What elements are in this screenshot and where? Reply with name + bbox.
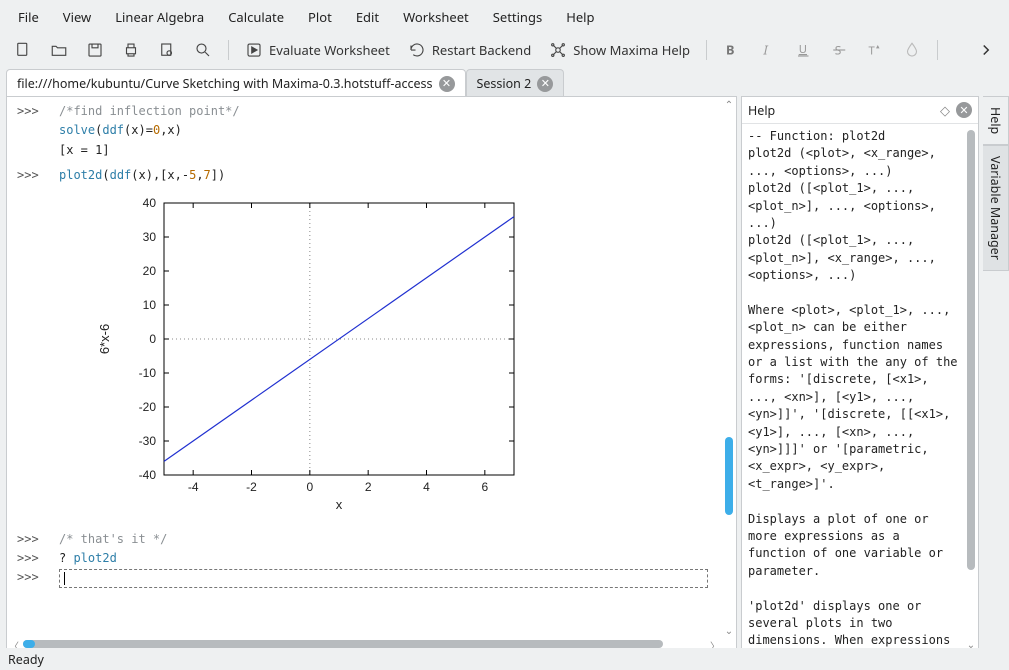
help-header: Help ◇ ✕ [742, 97, 978, 124]
prompt: >>> [17, 550, 45, 567]
scroll-thumb[interactable] [967, 130, 975, 570]
toolbar-separator [706, 40, 707, 60]
prompt-blank [17, 122, 45, 139]
search-button[interactable] [190, 38, 216, 62]
svg-text:I: I [763, 41, 769, 59]
close-icon[interactable]: ✕ [439, 76, 455, 92]
scroll-thumb[interactable] [23, 640, 663, 648]
help-panel: Help ◇ ✕ -- Function: plot2d plot2d (<pl… [741, 96, 979, 652]
showhelp-label: Show Maxima Help [573, 41, 690, 59]
tab-session2[interactable]: Session 2 ✕ [466, 69, 565, 97]
worksheet-panel: >>> /*find inflection point*/ solve(ddf(… [6, 96, 737, 652]
strike-button[interactable]: S [827, 38, 853, 62]
float-icon[interactable]: ◇ [940, 101, 950, 119]
document-tabs: file:///home/kubuntu/Curve Sketching wit… [0, 68, 1009, 96]
chart: -40-30-20-10010203040-4-20246x6*x-6 [59, 187, 559, 525]
close-icon[interactable]: ✕ [537, 76, 553, 92]
svg-text:-10: -10 [139, 366, 157, 380]
help-scrollbar[interactable]: ⌄ [964, 124, 978, 651]
code-line[interactable]: solve(ddf(x)=0,x) [59, 122, 182, 139]
open-file-button[interactable] [46, 38, 72, 62]
font-button[interactable]: T▴ [863, 38, 889, 62]
prompt: >>> [17, 103, 45, 120]
status-bar: Ready [0, 648, 1009, 670]
menu-linalg[interactable]: Linear Algebra [103, 4, 216, 30]
svg-text:B: B [726, 41, 734, 59]
svg-text:T: T [869, 44, 876, 59]
menu-file[interactable]: File [6, 4, 51, 30]
plot-output: -40-30-20-10010203040-4-20246x6*x-6 [59, 187, 726, 525]
toolbar-separator [937, 40, 938, 60]
restart-backend-button[interactable]: Restart Backend [404, 38, 535, 62]
sidetab-help[interactable]: Help [983, 96, 1009, 145]
help-content[interactable]: -- Function: plot2d plot2d (<plot>, <x_r… [748, 124, 964, 651]
svg-text:-4: -4 [188, 480, 199, 494]
prompt: >>> [17, 569, 45, 588]
svg-text:0: 0 [149, 332, 156, 346]
save-button[interactable] [82, 38, 108, 62]
tab-file[interactable]: file:///home/kubuntu/Curve Sketching wit… [6, 69, 466, 97]
toolbar-separator [228, 40, 229, 60]
svg-text:-40: -40 [139, 468, 157, 482]
scroll-thumb-active[interactable] [23, 640, 35, 648]
svg-text:x: x [336, 497, 343, 512]
code-line[interactable]: /* that's it */ [59, 531, 167, 548]
italic-button[interactable]: I [755, 38, 781, 62]
svg-text:30: 30 [143, 230, 157, 244]
code-line[interactable]: plot2d(ddf(x),[x,-5,7]) [59, 167, 225, 184]
svg-text:-30: -30 [139, 434, 157, 448]
restart-label: Restart Backend [432, 41, 531, 59]
worksheet[interactable]: >>> /*find inflection point*/ solve(ddf(… [7, 97, 736, 651]
show-help-button[interactable]: Show Maxima Help [545, 38, 694, 62]
close-icon[interactable]: ✕ [956, 102, 972, 118]
menu-bar: File View Linear Algebra Calculate Plot … [0, 0, 1009, 34]
svg-text:0: 0 [306, 480, 313, 494]
color-button[interactable] [899, 38, 925, 62]
toolbar: Evaluate Worksheet Restart Backend Show … [0, 34, 1009, 68]
svg-text:10: 10 [143, 298, 157, 312]
evaluate-label: Evaluate Worksheet [269, 41, 390, 59]
preview-button[interactable] [154, 38, 180, 62]
svg-text:20: 20 [143, 264, 157, 278]
scroll-up-icon[interactable]: ⌃ [724, 97, 734, 111]
svg-text:-20: -20 [139, 400, 157, 414]
menu-worksheet[interactable]: Worksheet [391, 4, 481, 30]
tab-session2-label: Session 2 [477, 75, 532, 92]
code-line[interactable]: /*find inflection point*/ [59, 103, 240, 120]
svg-text:▴: ▴ [876, 42, 880, 51]
scroll-thumb[interactable] [725, 437, 733, 515]
print-button[interactable] [118, 38, 144, 62]
svg-text:2: 2 [365, 480, 372, 494]
side-tabs: Help Variable Manager [983, 96, 1009, 652]
active-input[interactable] [59, 569, 708, 588]
underline-button[interactable]: U [791, 38, 817, 62]
scroll-down-icon[interactable]: ⌄ [724, 623, 734, 637]
menu-settings[interactable]: Settings [481, 4, 554, 30]
vertical-scrollbar[interactable]: ⌃ ⌄ [722, 97, 736, 637]
output: [x = 1] [59, 142, 726, 159]
svg-text:40: 40 [143, 196, 157, 210]
svg-text:-2: -2 [246, 480, 257, 494]
new-file-button[interactable] [10, 38, 36, 62]
evaluate-worksheet-button[interactable]: Evaluate Worksheet [241, 38, 394, 62]
svg-text:6: 6 [481, 480, 488, 494]
menu-edit[interactable]: Edit [344, 4, 391, 30]
prompt: >>> [17, 167, 45, 184]
svg-text:6*x-6: 6*x-6 [97, 323, 112, 353]
code-line[interactable]: ? plot2d [59, 550, 117, 567]
prompt: >>> [17, 531, 45, 548]
sidetab-variable-manager[interactable]: Variable Manager [983, 145, 1009, 271]
menu-plot[interactable]: Plot [296, 4, 344, 30]
menu-view[interactable]: View [51, 4, 103, 30]
svg-text:U: U [799, 42, 807, 57]
menu-help[interactable]: Help [554, 4, 606, 30]
bold-button[interactable]: B [719, 38, 745, 62]
status-text: Ready [8, 651, 44, 668]
help-title: Help [748, 102, 934, 119]
menu-calculate[interactable]: Calculate [216, 4, 296, 30]
svg-text:4: 4 [423, 480, 430, 494]
overflow-button[interactable] [973, 38, 999, 62]
tab-file-label: file:///home/kubuntu/Curve Sketching wit… [17, 75, 433, 92]
